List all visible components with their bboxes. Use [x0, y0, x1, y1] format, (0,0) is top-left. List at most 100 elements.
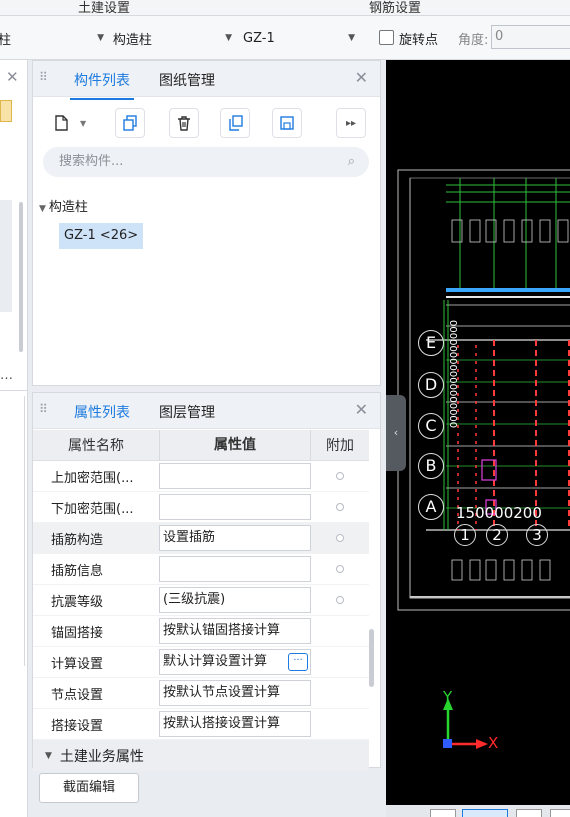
- section-edit-button[interactable]: 截面编辑: [39, 773, 139, 803]
- extra-radio[interactable]: [336, 472, 344, 480]
- close-icon[interactable]: ✕: [355, 400, 368, 419]
- component-toolbar: ▼ ▸▸: [33, 97, 380, 147]
- more-tools-button[interactable]: ▸▸: [336, 108, 366, 138]
- close-icon[interactable]: ✕: [6, 68, 19, 86]
- delete-component-button[interactable]: [169, 108, 199, 138]
- scrollbar[interactable]: [19, 202, 23, 352]
- axis-bubble-c: C: [418, 413, 444, 439]
- tree-node-root[interactable]: ▼ 构造柱: [39, 196, 88, 215]
- angle-label: 角度:: [458, 33, 489, 48]
- type-combo[interactable]: ▼ 构造柱 ▼: [100, 24, 238, 52]
- drag-handle-icon[interactable]: ⠿: [39, 70, 48, 84]
- property-name: 插筋构造: [51, 532, 104, 548]
- civil-settings-group[interactable]: 土建设置: [78, 0, 130, 16]
- new-component-button[interactable]: ▼: [45, 108, 99, 138]
- property-value-input[interactable]: 按默认锚固搭接计算: [159, 618, 311, 644]
- selector-bar: 柱 ▼ ▼ 构造柱 ▼ GZ-1 ▼ 旋转点 角度: 0: [0, 16, 570, 60]
- navigation-pane: ✕ …: [0, 60, 28, 817]
- tree-item-selected[interactable]: GZ-1 <26>: [59, 223, 144, 249]
- category-combo-value: 柱: [0, 32, 12, 48]
- component-list-panel: ⠿ 构件列表 图纸管理 ✕ ▼ ▸▸ 搜索构件... ⌕ ▼ 构造柱 GZ-1 <…: [32, 60, 381, 386]
- column-header-name: 属性名称: [68, 438, 124, 454]
- property-name: 计算设置: [51, 656, 104, 672]
- grid-bubble-3: 3: [526, 524, 548, 546]
- tab-component-list[interactable]: 构件列表: [70, 70, 134, 100]
- table-row: 下加密范围(...: [33, 492, 369, 523]
- search-placeholder: 搜索构件...: [59, 154, 124, 169]
- property-value-input[interactable]: (三级抗震): [159, 587, 311, 613]
- status-button[interactable]: [550, 809, 570, 817]
- drawing-canvas[interactable]: 00000000000000000 150000200 E D C B A 1 …: [386, 60, 570, 805]
- status-button-active[interactable]: [462, 809, 508, 817]
- property-name: 上加密范围(...: [51, 470, 134, 486]
- table-row: 插筋构造 设置插筋: [33, 523, 369, 554]
- chevron-down-icon: ▼: [225, 33, 232, 43]
- property-name: 抗震等级: [51, 594, 104, 610]
- property-value-input[interactable]: 按默认搭接设置计算: [159, 711, 311, 737]
- save-icon: [280, 116, 294, 130]
- tab-layer-management[interactable]: 图层管理: [159, 402, 215, 422]
- table-row: 节点设置 按默认节点设置计算: [33, 678, 369, 709]
- angle-input[interactable]: 0: [491, 25, 570, 49]
- close-icon[interactable]: ✕: [355, 68, 368, 87]
- warning-badge: [0, 100, 12, 122]
- property-value-input[interactable]: [159, 463, 311, 489]
- component-panel-header: ⠿ 构件列表 图纸管理 ✕: [33, 61, 380, 100]
- status-button[interactable]: [516, 809, 542, 817]
- status-bar: [386, 805, 570, 817]
- rebar-settings-group[interactable]: 钢筋设置: [369, 0, 421, 16]
- property-value-input[interactable]: 按默认节点设置计算: [159, 680, 311, 706]
- tree-root-label: 构造柱: [48, 200, 88, 215]
- new-doc-icon: [55, 115, 68, 131]
- divider: [24, 396, 25, 666]
- column-header-extra: 附加: [326, 438, 354, 454]
- property-value-input[interactable]: 设置插筋: [159, 525, 311, 551]
- column-header-value: 属性值: [159, 429, 311, 461]
- rotate-point-checkbox[interactable]: [379, 30, 394, 45]
- layers-copy-icon: [229, 115, 243, 131]
- caret-down-icon[interactable]: ▼: [39, 204, 46, 214]
- ellipsis-button[interactable]: ···: [288, 653, 308, 671]
- svg-text:00000000000000000: 00000000000000000: [447, 320, 458, 428]
- scrollbar[interactable]: [369, 629, 374, 687]
- extra-radio[interactable]: [336, 503, 344, 511]
- extra-radio[interactable]: [336, 596, 344, 604]
- extra-radio[interactable]: [336, 565, 344, 573]
- copy-to-floor-button[interactable]: [220, 108, 250, 138]
- more-icon: …: [0, 368, 13, 383]
- search-input[interactable]: 搜索构件... ⌕: [43, 147, 369, 177]
- tab-drawing-management[interactable]: 图纸管理: [159, 70, 215, 90]
- tab-property-list[interactable]: 属性列表: [70, 402, 134, 432]
- copy-component-button[interactable]: [115, 108, 145, 138]
- property-name: 搭接设置: [51, 718, 104, 734]
- caret-down-icon[interactable]: ▼: [45, 751, 52, 761]
- ribbon-group-bar: 土建设置 钢筋设置: [0, 0, 570, 16]
- save-template-button[interactable]: [272, 108, 302, 138]
- category-combo[interactable]: 柱 ▼: [0, 24, 110, 52]
- drag-handle-icon[interactable]: ⠿: [39, 402, 48, 416]
- group-label: 土建业务属性: [59, 748, 144, 765]
- axis-bubble-a: A: [418, 494, 444, 520]
- table-row: 搭接设置 按默认搭接设置计算: [33, 709, 369, 740]
- status-button[interactable]: [430, 809, 456, 817]
- chevron-down-icon: ▼: [80, 118, 87, 128]
- property-table: 属性名称 属性值 附加 上加密范围(... 下加密范围(... 插筋构造 设置插…: [33, 429, 369, 771]
- panel-collapse-button[interactable]: ‹: [386, 395, 406, 471]
- property-value-input[interactable]: [159, 494, 311, 520]
- property-name: 下加密范围(...: [51, 501, 134, 517]
- axis-bubble-b: B: [418, 453, 444, 479]
- search-icon[interactable]: ⌕: [348, 147, 355, 177]
- nav-item-selected[interactable]: [0, 200, 12, 312]
- component-combo[interactable]: GZ-1 ▼: [243, 24, 361, 52]
- component-combo-value: GZ-1: [243, 30, 275, 46]
- property-value-input[interactable]: [159, 556, 311, 582]
- table-row: 计算设置 默认计算设置计算 ···: [33, 647, 369, 678]
- copy-icon: [123, 115, 137, 131]
- property-name: 插筋信息: [51, 563, 104, 579]
- group-row-civil[interactable]: ▼ 土建业务属性: [33, 740, 369, 771]
- property-list-panel: ⠿ 属性列表 图层管理 ✕ 属性名称 属性值 附加 上加密范围(... 下加密范…: [32, 392, 381, 771]
- property-value-input[interactable]: 默认计算设置计算 ···: [159, 649, 311, 675]
- property-panel-header: ⠿ 属性列表 图层管理 ✕: [33, 393, 380, 432]
- rotate-point-label: 旋转点: [399, 33, 439, 48]
- extra-radio[interactable]: [336, 534, 344, 542]
